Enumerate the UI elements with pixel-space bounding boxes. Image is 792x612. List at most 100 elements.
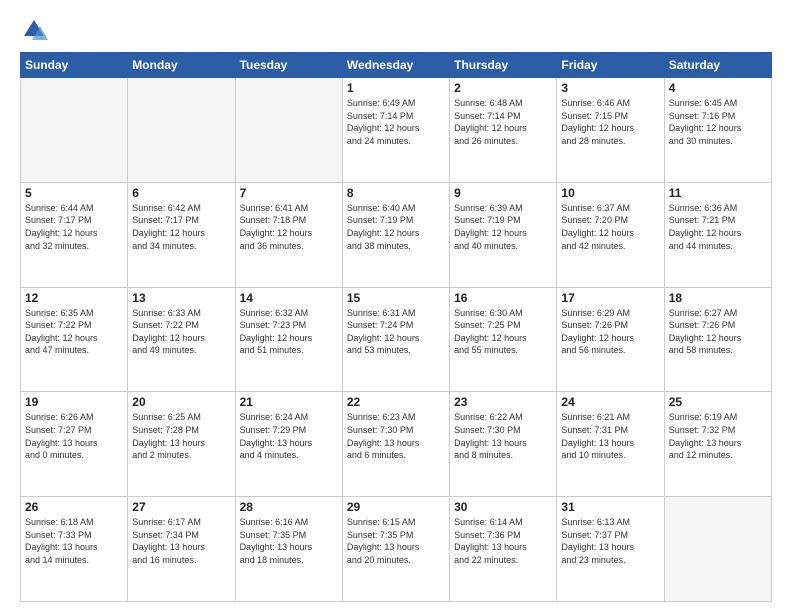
day-info: Sunrise: 6:22 AM Sunset: 7:30 PM Dayligh… bbox=[454, 411, 552, 461]
calendar-weekday-friday: Friday bbox=[557, 53, 664, 78]
day-number: 5 bbox=[25, 186, 123, 200]
calendar-cell: 16 Sunrise: 6:30 AM Sunset: 7:25 PM Dayli… bbox=[450, 287, 557, 392]
calendar-weekday-sunday: Sunday bbox=[21, 53, 128, 78]
day-info: Sunrise: 6:41 AM Sunset: 7:18 PM Dayligh… bbox=[240, 202, 338, 252]
calendar-cell: 29Sunrise: 6:15 AM Sunset: 7:35 PM Dayli… bbox=[342, 497, 449, 602]
calendar-weekday-tuesday: Tuesday bbox=[235, 53, 342, 78]
day-number: 31 bbox=[561, 500, 659, 514]
header bbox=[20, 16, 772, 44]
calendar-table: SundayMondayTuesdayWednesdayThursdayFrid… bbox=[20, 52, 772, 602]
day-info: Sunrise: 6:16 AM Sunset: 7:35 PM Dayligh… bbox=[240, 516, 338, 566]
logo-icon bbox=[20, 16, 48, 44]
day-info: Sunrise: 6:37 AM Sunset: 7:20 PM Dayligh… bbox=[561, 202, 659, 252]
calendar-weekday-monday: Monday bbox=[128, 53, 235, 78]
day-number: 26 bbox=[25, 500, 123, 514]
calendar-cell: 5 Sunrise: 6:44 AM Sunset: 7:17 PM Daylig… bbox=[21, 182, 128, 287]
calendar-cell: 14Sunrise: 6:32 AM Sunset: 7:23 PM Dayli… bbox=[235, 287, 342, 392]
calendar-cell: 27 Sunrise: 6:17 AM Sunset: 7:34 PM Dayli… bbox=[128, 497, 235, 602]
calendar-cell: 30 Sunrise: 6:14 AM Sunset: 7:36 PM Dayli… bbox=[450, 497, 557, 602]
day-number: 22 bbox=[347, 395, 445, 409]
day-info: Sunrise: 6:48 AM Sunset: 7:14 PM Dayligh… bbox=[454, 97, 552, 147]
day-number: 10 bbox=[561, 186, 659, 200]
calendar-week-row: 1Sunrise: 6:49 AM Sunset: 7:14 PM Daylig… bbox=[21, 78, 772, 183]
day-info: Sunrise: 6:13 AM Sunset: 7:37 PM Dayligh… bbox=[561, 516, 659, 566]
day-info: Sunrise: 6:27 AM Sunset: 7:26 PM Dayligh… bbox=[669, 307, 767, 357]
calendar-cell: 8 Sunrise: 6:40 AM Sunset: 7:19 PM Daylig… bbox=[342, 182, 449, 287]
day-number: 15 bbox=[347, 291, 445, 305]
day-number: 23 bbox=[454, 395, 552, 409]
calendar-cell: 31 Sunrise: 6:13 AM Sunset: 7:37 PM Dayli… bbox=[557, 497, 664, 602]
day-number: 13 bbox=[132, 291, 230, 305]
calendar-cell: 17 Sunrise: 6:29 AM Sunset: 7:26 PM Dayli… bbox=[557, 287, 664, 392]
calendar-cell: 19Sunrise: 6:26 AM Sunset: 7:27 PM Dayli… bbox=[21, 392, 128, 497]
calendar-cell: 2 Sunrise: 6:48 AM Sunset: 7:14 PM Daylig… bbox=[450, 78, 557, 183]
day-info: Sunrise: 6:24 AM Sunset: 7:29 PM Dayligh… bbox=[240, 411, 338, 461]
day-number: 28 bbox=[240, 500, 338, 514]
calendar-cell: 15 Sunrise: 6:31 AM Sunset: 7:24 PM Dayli… bbox=[342, 287, 449, 392]
calendar-cell: 21 Sunrise: 6:24 AM Sunset: 7:29 PM Dayli… bbox=[235, 392, 342, 497]
calendar-cell: 18 Sunrise: 6:27 AM Sunset: 7:26 PM Dayli… bbox=[664, 287, 771, 392]
day-number: 3 bbox=[561, 81, 659, 95]
day-number: 6 bbox=[132, 186, 230, 200]
calendar-cell bbox=[128, 78, 235, 183]
day-number: 24 bbox=[561, 395, 659, 409]
day-info: Sunrise: 6:46 AM Sunset: 7:15 PM Dayligh… bbox=[561, 97, 659, 147]
calendar-cell: 26 Sunrise: 6:18 AM Sunset: 7:33 PM Dayli… bbox=[21, 497, 128, 602]
calendar-weekday-wednesday: Wednesday bbox=[342, 53, 449, 78]
calendar-cell bbox=[664, 497, 771, 602]
day-info: Sunrise: 6:23 AM Sunset: 7:30 PM Dayligh… bbox=[347, 411, 445, 461]
day-info: Sunrise: 6:49 AM Sunset: 7:14 PM Dayligh… bbox=[347, 97, 445, 147]
day-number: 9 bbox=[454, 186, 552, 200]
day-info: Sunrise: 6:29 AM Sunset: 7:26 PM Dayligh… bbox=[561, 307, 659, 357]
calendar-cell: 9 Sunrise: 6:39 AM Sunset: 7:19 PM Daylig… bbox=[450, 182, 557, 287]
logo bbox=[20, 16, 52, 44]
calendar-cell: 22 Sunrise: 6:23 AM Sunset: 7:30 PM Dayli… bbox=[342, 392, 449, 497]
day-info: Sunrise: 6:40 AM Sunset: 7:19 PM Dayligh… bbox=[347, 202, 445, 252]
page: SundayMondayTuesdayWednesdayThursdayFrid… bbox=[0, 0, 792, 612]
day-info: Sunrise: 6:17 AM Sunset: 7:34 PM Dayligh… bbox=[132, 516, 230, 566]
day-info: Sunrise: 6:44 AM Sunset: 7:17 PM Dayligh… bbox=[25, 202, 123, 252]
calendar-week-row: 12 Sunrise: 6:35 AM Sunset: 7:22 PM Dayli… bbox=[21, 287, 772, 392]
calendar-cell: 25 Sunrise: 6:19 AM Sunset: 7:32 PM Dayli… bbox=[664, 392, 771, 497]
day-info: Sunrise: 6:39 AM Sunset: 7:19 PM Dayligh… bbox=[454, 202, 552, 252]
day-number: 21 bbox=[240, 395, 338, 409]
day-number: 25 bbox=[669, 395, 767, 409]
calendar-weekday-thursday: Thursday bbox=[450, 53, 557, 78]
day-info: Sunrise: 6:35 AM Sunset: 7:22 PM Dayligh… bbox=[25, 307, 123, 357]
calendar-cell: 12 Sunrise: 6:35 AM Sunset: 7:22 PM Dayli… bbox=[21, 287, 128, 392]
day-info: Sunrise: 6:36 AM Sunset: 7:21 PM Dayligh… bbox=[669, 202, 767, 252]
day-info: Sunrise: 6:21 AM Sunset: 7:31 PM Dayligh… bbox=[561, 411, 659, 461]
day-number: 7 bbox=[240, 186, 338, 200]
day-number: 27 bbox=[132, 500, 230, 514]
day-number: 30 bbox=[454, 500, 552, 514]
day-info: Sunrise: 6:45 AM Sunset: 7:16 PM Dayligh… bbox=[669, 97, 767, 147]
calendar-cell: 23 Sunrise: 6:22 AM Sunset: 7:30 PM Dayli… bbox=[450, 392, 557, 497]
day-number: 8 bbox=[347, 186, 445, 200]
day-number: 20 bbox=[132, 395, 230, 409]
calendar-cell: 4Sunrise: 6:45 AM Sunset: 7:16 PM Daylig… bbox=[664, 78, 771, 183]
calendar-cell: 3 Sunrise: 6:46 AM Sunset: 7:15 PM Daylig… bbox=[557, 78, 664, 183]
day-info: Sunrise: 6:14 AM Sunset: 7:36 PM Dayligh… bbox=[454, 516, 552, 566]
calendar-week-row: 5 Sunrise: 6:44 AM Sunset: 7:17 PM Daylig… bbox=[21, 182, 772, 287]
day-number: 16 bbox=[454, 291, 552, 305]
day-info: Sunrise: 6:18 AM Sunset: 7:33 PM Dayligh… bbox=[25, 516, 123, 566]
day-info: Sunrise: 6:19 AM Sunset: 7:32 PM Dayligh… bbox=[669, 411, 767, 461]
calendar-cell bbox=[235, 78, 342, 183]
day-number: 17 bbox=[561, 291, 659, 305]
day-info: Sunrise: 6:31 AM Sunset: 7:24 PM Dayligh… bbox=[347, 307, 445, 357]
day-number: 2 bbox=[454, 81, 552, 95]
day-number: 14 bbox=[240, 291, 338, 305]
calendar-cell: 20 Sunrise: 6:25 AM Sunset: 7:28 PM Dayli… bbox=[128, 392, 235, 497]
calendar-weekday-saturday: Saturday bbox=[664, 53, 771, 78]
day-number: 12 bbox=[25, 291, 123, 305]
day-number: 11 bbox=[669, 186, 767, 200]
day-number: 29 bbox=[347, 500, 445, 514]
day-info: Sunrise: 6:25 AM Sunset: 7:28 PM Dayligh… bbox=[132, 411, 230, 461]
calendar-cell: 1Sunrise: 6:49 AM Sunset: 7:14 PM Daylig… bbox=[342, 78, 449, 183]
calendar-cell: 11 Sunrise: 6:36 AM Sunset: 7:21 PM Dayli… bbox=[664, 182, 771, 287]
day-info: Sunrise: 6:30 AM Sunset: 7:25 PM Dayligh… bbox=[454, 307, 552, 357]
day-number: 18 bbox=[669, 291, 767, 305]
calendar-cell: 24 Sunrise: 6:21 AM Sunset: 7:31 PM Dayli… bbox=[557, 392, 664, 497]
calendar-cell: 10 Sunrise: 6:37 AM Sunset: 7:20 PM Dayli… bbox=[557, 182, 664, 287]
day-info: Sunrise: 6:33 AM Sunset: 7:22 PM Dayligh… bbox=[132, 307, 230, 357]
